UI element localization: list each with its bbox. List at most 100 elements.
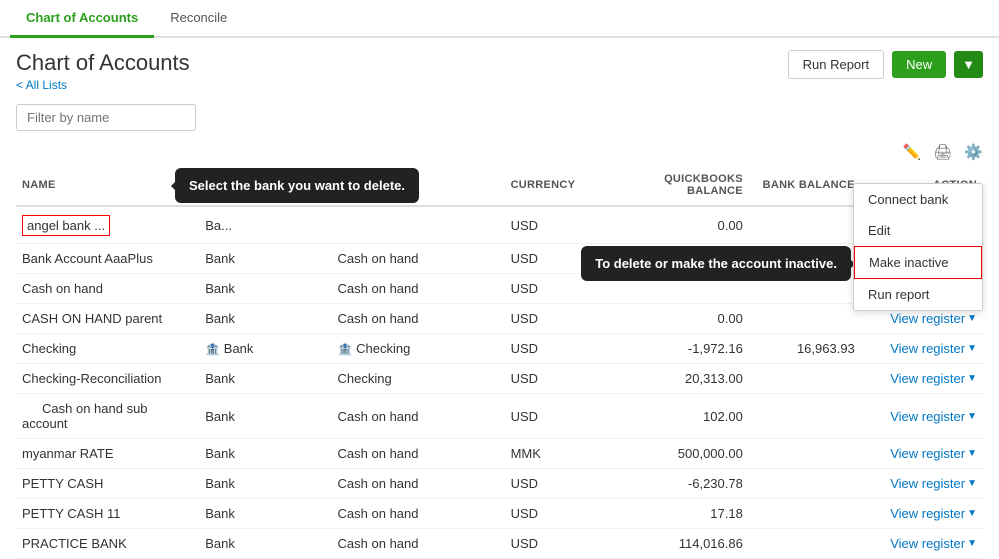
view-register-link[interactable]: View register ▼ — [890, 311, 977, 326]
cell-action: View register ▼ — [861, 529, 983, 559]
cell-name: PRACTICE BANK — [16, 529, 199, 559]
dropdown-item-connect-bank[interactable]: Connect bank — [854, 184, 982, 215]
table-row: Cash on hand sub accountBankCash on hand… — [16, 394, 983, 439]
cell-currency: USD — [505, 394, 607, 439]
new-button[interactable]: New — [892, 51, 946, 78]
table-row: myanmar RATEBankCash on handMMK500,000.0… — [16, 439, 983, 469]
cell-bank-balance — [749, 206, 861, 244]
cell-qb-balance: 102.00 — [606, 394, 749, 439]
annotation-select-bank: Select the bank you want to delete. — [175, 168, 419, 203]
cell-detail-type: Cash on hand — [332, 304, 505, 334]
print-icon[interactable]: 🖨 — [933, 143, 952, 161]
run-report-button[interactable]: Run Report — [788, 50, 884, 79]
cell-detail-type: Checking — [332, 364, 505, 394]
cell-bank-balance — [749, 499, 861, 529]
annotation-delete-inactive: To delete or make the account inactive. — [581, 246, 851, 281]
cell-name: myanmar RATE — [16, 439, 199, 469]
cell-action: View register ▼ — [861, 364, 983, 394]
cell-name: Checking-Reconciliation — [16, 364, 199, 394]
cell-bank-balance — [749, 364, 861, 394]
cell-type: Bank — [199, 499, 331, 529]
new-dropdown-arrow[interactable]: ▼ — [954, 51, 983, 78]
table-row: angel bank ...Ba...USD0.00View register▼ — [16, 206, 983, 244]
cell-type: Bank — [199, 244, 331, 274]
cell-action: View register ▼ — [861, 394, 983, 439]
cell-name: Bank Account AaaPlus — [16, 244, 199, 274]
cell-action: View register ▼ — [861, 469, 983, 499]
dropdown-item-edit[interactable]: Edit — [854, 215, 982, 246]
page-title-area: Chart of Accounts < All Lists — [16, 50, 190, 92]
cell-currency: MMK — [505, 439, 607, 469]
cell-detail-type: Cash on hand — [332, 394, 505, 439]
tab-bar: Chart of Accounts Reconcile — [0, 0, 999, 38]
cell-qb-balance: -1,972.16 — [606, 334, 749, 364]
cell-name: Checking — [16, 334, 199, 364]
cell-bank-balance — [749, 439, 861, 469]
cell-type: Bank — [199, 364, 331, 394]
table-row: PETTY CASH 11BankCash on handUSD17.18Vie… — [16, 499, 983, 529]
cell-qb-balance: 114,016.86 — [606, 529, 749, 559]
all-lists-link[interactable]: < All Lists — [16, 78, 190, 92]
page-title: Chart of Accounts — [16, 50, 190, 76]
table-row: Checking🏦 Bank🏦 CheckingUSD-1,972.1616,9… — [16, 334, 983, 364]
cell-name: CASH ON HAND parent — [16, 304, 199, 334]
cell-detail-type: Cash on hand — [332, 529, 505, 559]
cell-detail-type: 🏦 Checking — [332, 334, 505, 364]
cell-type: 🏦 Bank — [199, 334, 331, 364]
cell-detail-type: Cash on hand — [332, 274, 505, 304]
cell-name: Cash on hand — [16, 274, 199, 304]
cell-detail-type: Cash on hand — [332, 499, 505, 529]
cell-detail-type: Cash on hand — [332, 439, 505, 469]
cell-qb-balance: 20,313.00 — [606, 364, 749, 394]
cell-type: Bank — [199, 469, 331, 499]
cell-qb-balance: 0.00 — [606, 206, 749, 244]
cell-bank-balance — [749, 304, 861, 334]
tab-reconcile[interactable]: Reconcile — [154, 0, 243, 38]
action-dropdown-menu: Connect bank Edit Make inactive Run repo… — [853, 183, 983, 311]
view-register-link[interactable]: View register ▼ — [890, 476, 977, 491]
view-register-link[interactable]: View register ▼ — [890, 371, 977, 386]
col-header-bank-balance: BANK BALANCE — [749, 165, 861, 206]
cell-qb-balance: 500,000.00 — [606, 439, 749, 469]
edit-icon[interactable]: ✏️ — [903, 143, 922, 161]
cell-name: PETTY CASH 11 — [16, 499, 199, 529]
filter-input[interactable] — [16, 104, 196, 131]
table-row: PRACTICE BANKBankCash on handUSD114,016.… — [16, 529, 983, 559]
tab-chart-of-accounts[interactable]: Chart of Accounts — [10, 0, 154, 38]
cell-qb-balance: -6,230.78 — [606, 469, 749, 499]
cell-detail-type: Cash on hand — [332, 469, 505, 499]
dropdown-item-make-inactive[interactable]: Make inactive — [854, 246, 982, 279]
cell-name: angel bank ... — [16, 206, 199, 244]
view-register-link[interactable]: View register ▼ — [890, 506, 977, 521]
view-register-link[interactable]: View register ▼ — [890, 341, 977, 356]
cell-type: Bank — [199, 394, 331, 439]
cell-currency: USD — [505, 364, 607, 394]
highlighted-name[interactable]: angel bank ... — [22, 215, 110, 236]
cell-bank-balance — [749, 469, 861, 499]
cell-detail-type — [332, 206, 505, 244]
cell-type: Bank — [199, 529, 331, 559]
cell-name: Cash on hand sub account — [16, 394, 199, 439]
settings-icon[interactable]: ⚙️ — [964, 143, 983, 161]
header-buttons: Run Report New ▼ — [788, 50, 983, 79]
view-register-link[interactable]: View register ▼ — [890, 446, 977, 461]
cell-type: Bank — [199, 439, 331, 469]
col-header-currency: CURRENCY — [505, 165, 607, 206]
dropdown-item-run-report[interactable]: Run report — [854, 279, 982, 310]
cell-action: View register ▼ — [861, 334, 983, 364]
view-register-link[interactable]: View register ▼ — [890, 536, 977, 551]
page-header: Chart of Accounts < All Lists Run Report… — [0, 38, 999, 96]
table-icons: ✏️ 🖨 ⚙️ — [0, 139, 999, 165]
cell-currency: USD — [505, 334, 607, 364]
cell-type: Ba... — [199, 206, 331, 244]
cell-type: Bank — [199, 274, 331, 304]
cell-bank-balance — [749, 529, 861, 559]
cell-type: Bank — [199, 304, 331, 334]
cell-currency: USD — [505, 304, 607, 334]
table-row: CASH ON HAND parentBankCash on handUSD0.… — [16, 304, 983, 334]
table-row: PETTY CASHBankCash on handUSD-6,230.78 Vi… — [16, 469, 983, 499]
view-register-link[interactable]: View register ▼ — [890, 409, 977, 424]
col-header-qb-balance: QUICKBOOKS BALANCE — [606, 165, 749, 206]
cell-currency: USD — [505, 469, 607, 499]
cell-name: PETTY CASH — [16, 469, 199, 499]
